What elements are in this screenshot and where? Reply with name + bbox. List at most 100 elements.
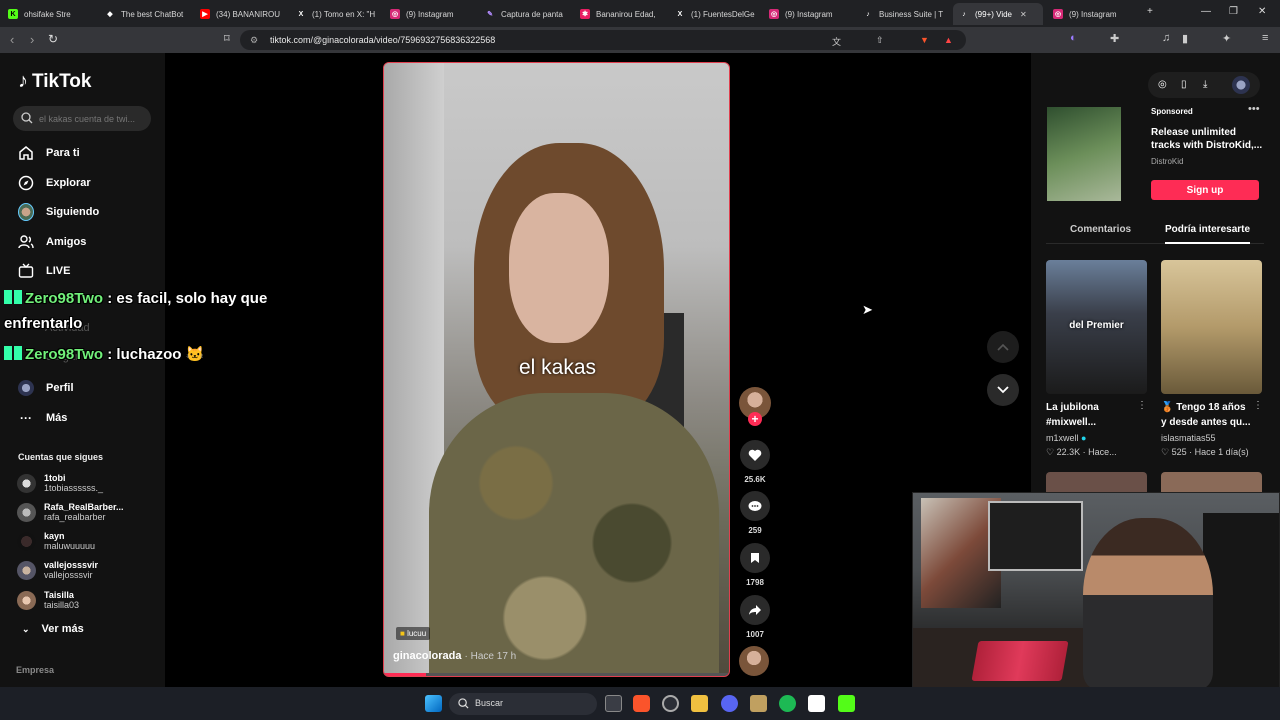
more-vertical-icon[interactable]: ⋮	[1137, 400, 1147, 411]
related-video-title[interactable]: La jubilona #mixwell...	[1046, 400, 1138, 430]
related-video-thumbnail[interactable]: del Premier	[1046, 260, 1147, 394]
windows-start-icon[interactable]	[425, 695, 442, 712]
ad-thumbnail[interactable]	[1047, 107, 1121, 201]
browser-tab[interactable]: ◎ (9) Instagram	[1053, 3, 1139, 25]
tab-podria-interesarte[interactable]: Podría interesarte	[1165, 224, 1250, 235]
forward-icon[interactable]: ›	[30, 32, 34, 47]
related-video-title[interactable]: 🥉 Tengo 18 años y desde antes qu...	[1161, 400, 1253, 430]
browser-tab[interactable]: ◎ (9) Instagram	[390, 3, 476, 25]
related-video-thumbnail[interactable]	[1161, 260, 1262, 394]
nav-explorar[interactable]: Explorar	[18, 175, 91, 191]
browser-tab[interactable]: ◆ The best ChatBot	[105, 3, 193, 25]
followed-account[interactable]: 1tobi 1tobiassssss._	[17, 473, 103, 494]
new-tab-icon[interactable]: +	[1147, 6, 1153, 17]
share-icon[interactable]: ⇧	[876, 35, 884, 46]
browser-tab[interactable]: ♪ Business Suite | T	[863, 3, 949, 25]
nav-siguiendo[interactable]: Siguiendo	[18, 203, 99, 221]
close-tab-icon[interactable]: ✕	[1020, 10, 1027, 19]
translate-icon[interactable]: 文	[832, 35, 841, 48]
sparkle-icon[interactable]: ✦	[1222, 32, 1231, 45]
close-window-icon[interactable]: ✕	[1258, 6, 1266, 17]
back-icon[interactable]: ‹	[10, 32, 14, 47]
footer-link[interactable]: Empresa	[16, 665, 54, 675]
phone-icon[interactable]: ▯	[1181, 79, 1193, 91]
browser-tab[interactable]: X (1) Tomo en X: "H	[296, 3, 382, 25]
related-video-thumbnail[interactable]	[1046, 472, 1147, 492]
search-box[interactable]	[13, 106, 151, 131]
followed-account[interactable]: Taisilla taisilla03	[17, 590, 79, 611]
app-icon[interactable]	[750, 695, 767, 712]
video-player[interactable]: el kakas ■ lucuu ginacolorada · Hace 17 …	[383, 62, 730, 677]
ad-sponsored-label: Sponsored	[1151, 107, 1193, 116]
followed-account[interactable]: vallejosssvir vallejosssvir	[17, 560, 98, 581]
share-button[interactable]: 1007	[739, 595, 771, 639]
friends-icon	[18, 234, 34, 250]
taskbar-search[interactable]: Buscar	[449, 693, 597, 715]
maximize-icon[interactable]: ❐	[1229, 6, 1238, 17]
user-avatar[interactable]	[1232, 76, 1250, 94]
like-button[interactable]: 25.6K	[739, 440, 771, 484]
music-icon[interactable]: ♫	[1162, 32, 1170, 44]
menu-icon[interactable]: ≡	[1262, 32, 1268, 44]
x-icon: X	[677, 10, 683, 18]
obs-icon[interactable]	[808, 695, 825, 712]
ad-title[interactable]: Release unlimited tracks with DistroKid,…	[1151, 126, 1263, 152]
nav-live[interactable]: LIVE	[18, 263, 70, 279]
save-button[interactable]: 1798	[739, 543, 771, 587]
sound-avatar[interactable]	[739, 646, 769, 676]
search-input[interactable]	[39, 110, 147, 127]
browser-tab[interactable]: Kohsifake Stre	[8, 3, 98, 25]
minimize-icon[interactable]: —	[1201, 6, 1211, 17]
leo-icon[interactable]: ◐	[1070, 32, 1077, 44]
nav-perfil[interactable]: Perfil	[18, 380, 74, 396]
video-tag[interactable]: ■ lucuu	[396, 627, 431, 640]
app-icon[interactable]	[662, 695, 679, 712]
followed-account[interactable]: Rafa_RealBarber... rafa_realbarber	[17, 502, 124, 523]
tiktok-logo[interactable]: ♪ TikTok	[18, 70, 91, 93]
discord-icon[interactable]	[721, 695, 738, 712]
share-arrow-icon	[740, 595, 770, 625]
next-video-button[interactable]	[987, 374, 1019, 406]
task-view-icon[interactable]	[605, 695, 622, 712]
chat-message: Zero98Two : luchazoo 🐱	[4, 345, 204, 363]
browser-tab[interactable]: ✎ Captura de panta	[485, 3, 571, 25]
site-info-icon[interactable]: ⚙	[250, 35, 258, 46]
brave-icon[interactable]	[633, 695, 650, 712]
tab-comentarios[interactable]: Comentarios	[1070, 224, 1131, 235]
more-options-icon[interactable]: •••	[1248, 103, 1260, 115]
rewards-icon[interactable]: ▲	[944, 35, 953, 45]
followed-account[interactable]: kayn maluwuuuuu	[17, 531, 95, 552]
extensions-icon[interactable]: ✚	[1110, 32, 1119, 45]
related-video-author[interactable]: islasmatias55	[1161, 433, 1216, 443]
url-text[interactable]: tiktok.com/@ginacolorada/video/759693275…	[270, 35, 495, 45]
see-more-button[interactable]: ⌄ Ver más	[22, 623, 84, 635]
file-explorer-icon[interactable]	[691, 695, 708, 712]
follow-plus-icon[interactable]: +	[748, 412, 762, 426]
related-video-author[interactable]: m1xwell ●	[1046, 433, 1086, 443]
video-author[interactable]: ginacolorada · Hace 17 h	[393, 650, 516, 662]
spotify-icon[interactable]	[779, 695, 796, 712]
more-vertical-icon[interactable]: ⋮	[1253, 400, 1263, 411]
address-bar[interactable]: ⚙ tiktok.com/@ginacolorada/video/7596932…	[240, 30, 966, 50]
nav-amigos[interactable]: Amigos	[18, 234, 86, 250]
ad-signup-button[interactable]: Sign up	[1151, 180, 1259, 200]
reload-icon[interactable]: ↻	[48, 32, 58, 46]
nav-mas[interactable]: ··· Más	[18, 410, 67, 426]
compass-icon[interactable]: ◎	[1158, 79, 1170, 91]
download-icon[interactable]: ⤓	[1203, 79, 1215, 91]
browser-tab[interactable]: ▶ (34) BANANIROU	[200, 3, 286, 25]
brave-shield-icon[interactable]: ▼	[920, 35, 929, 45]
comment-button[interactable]: 259	[739, 491, 771, 535]
video-progress-bar[interactable]	[384, 673, 729, 676]
browser-tab[interactable]: ◎ (9) Instagram	[769, 3, 855, 25]
related-video-thumbnail[interactable]	[1161, 472, 1262, 492]
kick-icon[interactable]	[838, 695, 855, 712]
nav-para-ti[interactable]: Para ti	[18, 145, 80, 161]
browser-tab[interactable]: ✱ Bananirou Edad,	[580, 3, 666, 25]
browser-tab-active[interactable]: ♪ (99+) Vide ✕	[953, 3, 1043, 25]
browser-tab[interactable]: X (1) FuentesDelGe	[675, 3, 761, 25]
tiktok-icon: ♪	[866, 10, 870, 18]
bookmark-icon[interactable]: ⌑	[224, 32, 230, 45]
previous-video-button[interactable]	[987, 331, 1019, 363]
sidebar-toggle-icon[interactable]: ▮	[1182, 32, 1188, 45]
